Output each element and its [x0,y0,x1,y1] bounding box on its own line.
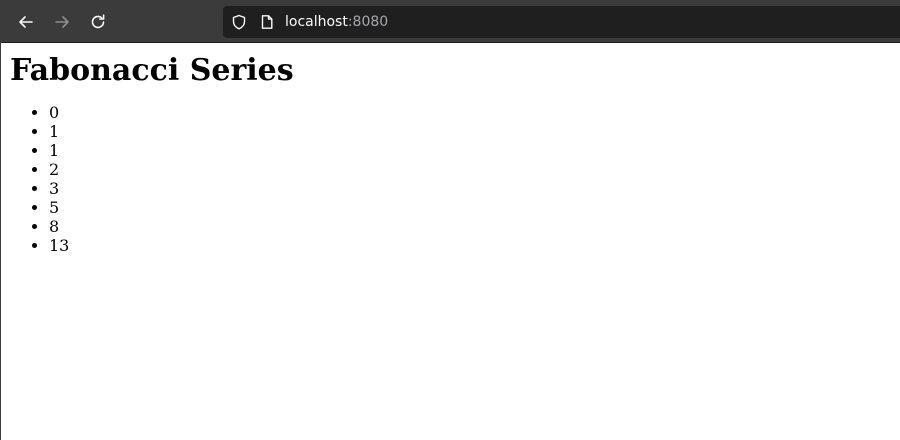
back-button[interactable] [8,4,44,40]
series-item: 0 [49,103,892,122]
page-title: Fabonacci Series [10,53,294,88]
shield-icon[interactable] [231,14,247,35]
series-item: 8 [49,217,892,236]
page-icon[interactable] [259,14,275,35]
reload-icon [91,14,105,29]
url-text[interactable]: localhost:8080 [285,13,388,31]
series-item: 3 [49,179,892,198]
series-item: 1 [49,141,892,160]
forward-arrow-icon [55,16,69,28]
forward-button[interactable] [44,4,80,40]
reload-button[interactable] [80,4,116,40]
series-item: 5 [49,198,892,217]
browser-toolbar: localhost:8080 [1,0,900,43]
browser-window: localhost:8080 Fabonacci Series 0 1 1 2 … [0,0,900,440]
series-list: 0 1 1 2 3 5 8 13 [9,103,892,255]
series-item: 13 [49,236,892,255]
url-port: :8080 [347,14,389,30]
url-host: localhost [285,14,348,30]
url-bar[interactable]: localhost:8080 [223,6,900,38]
series-item: 1 [49,122,892,141]
series-item: 2 [49,160,892,179]
back-arrow-icon [19,16,33,28]
page-content: Fabonacci Series 0 1 1 2 3 5 8 13 [1,53,900,255]
